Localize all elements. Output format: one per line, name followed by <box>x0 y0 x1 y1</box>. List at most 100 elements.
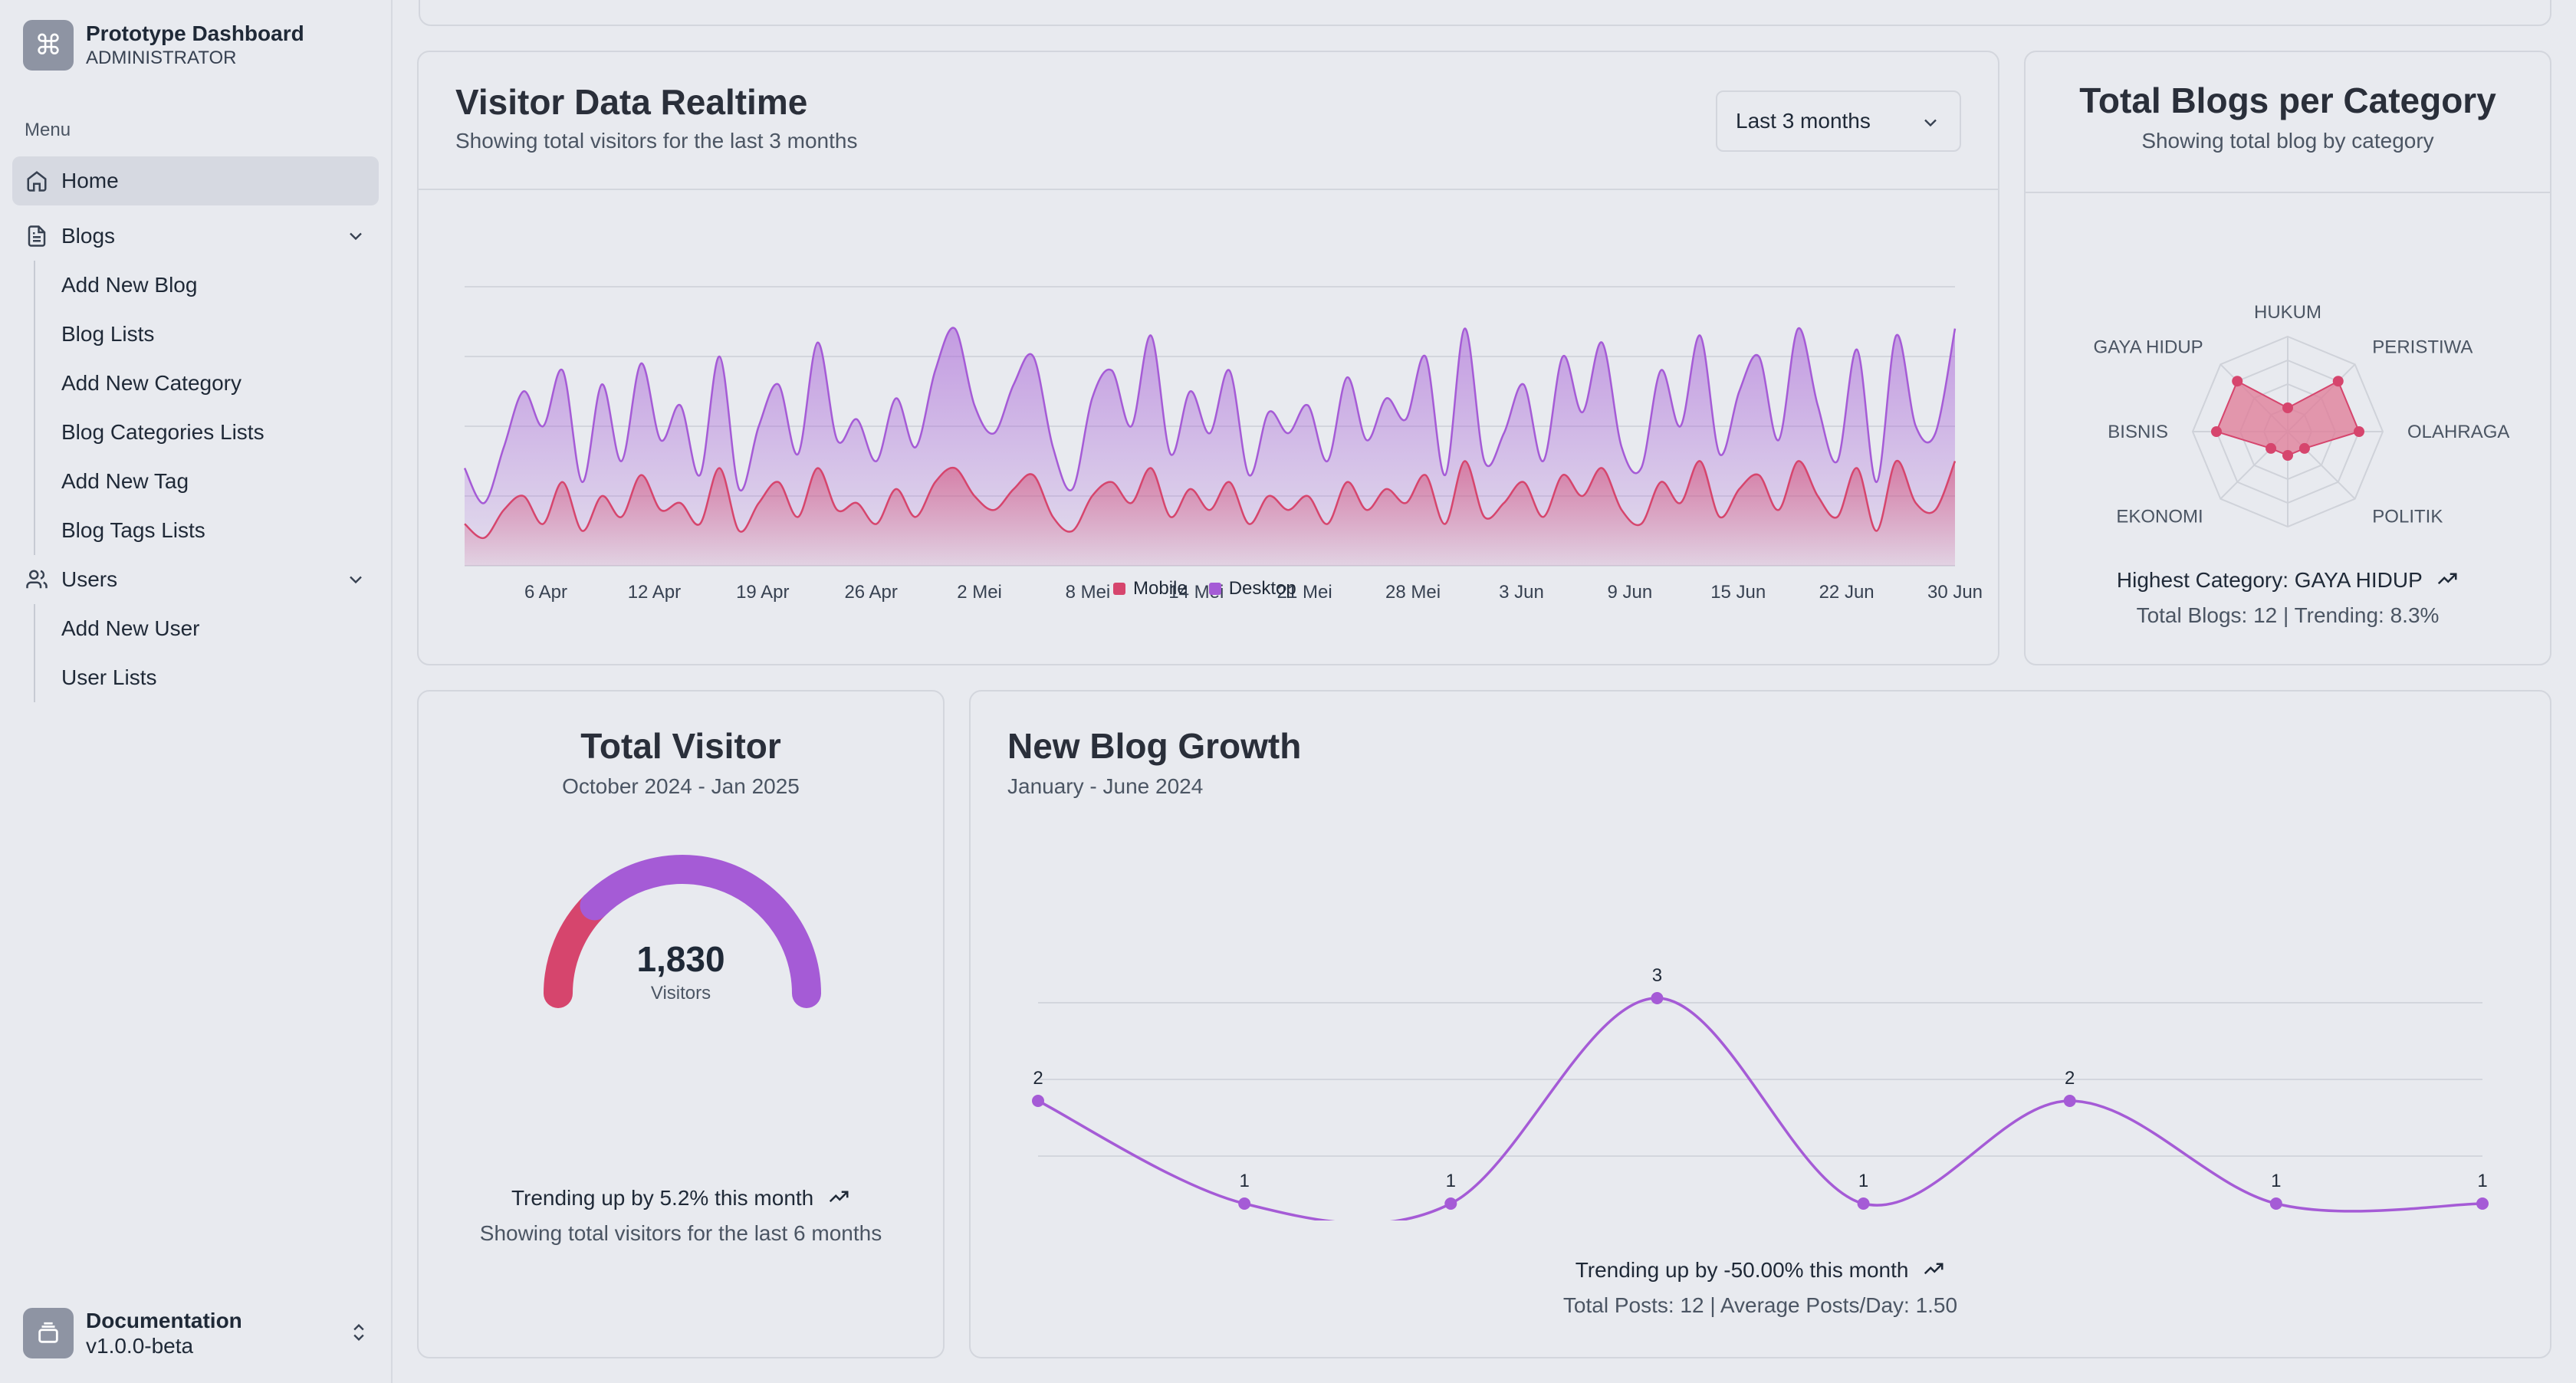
data-label: 2 <box>2065 1068 2075 1089</box>
radar-chart: HUKUM PERISTIWA OLAHRAGA POLITIK PEMERINTAHA… <box>2094 302 2510 543</box>
total-visitor-trend-text: Trending up by 5.2% this month <box>511 1185 814 1210</box>
menu-label: Menu <box>25 120 71 140</box>
growth-point <box>2269 1197 2282 1210</box>
radar-point <box>2282 402 2293 413</box>
sidebar-item-blog-tags-lists[interactable]: Blog Tags Lists <box>61 506 379 555</box>
layers-icon <box>23 1308 74 1358</box>
x-tick-label: 3 Jun <box>1499 582 1544 603</box>
range-select[interactable]: Last 3 months <box>1716 90 1961 152</box>
sidebar-item-add-new-blog[interactable]: Add New Blog <box>61 261 379 310</box>
sidebar-item-blogs[interactable]: Blogs <box>12 212 379 261</box>
trending-up-icon <box>827 1185 850 1214</box>
visitor-legend: Mobile Desktop <box>1113 578 1318 600</box>
sidebar-item-blog-lists[interactable]: Blog Lists <box>61 310 379 359</box>
visitor-title: Visitor Data Realtime <box>455 82 808 122</box>
radar-category-label: EKONOMI <box>2116 506 2203 527</box>
chevron-down-icon <box>345 225 366 252</box>
docs-title: Documentation <box>86 1309 242 1332</box>
range-select-value: Last 3 months <box>1736 109 1871 133</box>
growth-trend-text: Trending up by -50.00% this month <box>1575 1257 1909 1282</box>
brand-title: Prototype Dashboard <box>86 21 304 45</box>
sidebar-item-users[interactable]: Users <box>12 555 379 604</box>
chevron-down-icon <box>345 569 366 596</box>
chevrons-up-down-icon <box>348 1322 370 1347</box>
radar-point <box>2354 426 2364 437</box>
data-label: 1 <box>1858 1171 1868 1191</box>
radar-category-label: PERISTIWA <box>2372 337 2472 358</box>
home-icon <box>25 169 49 193</box>
x-tick-label: 28 Mei <box>1385 582 1441 603</box>
radar-highest-text: Highest Category: GAYA HIDUP <box>2116 567 2423 592</box>
blogs-subnav: Add New Blog Blog Lists Add New Category… <box>34 261 379 555</box>
sidebar-item-label: Home <box>61 169 119 192</box>
growth-point <box>1857 1197 1870 1210</box>
sidebar-item-label: Blogs <box>61 224 116 248</box>
total-visitor-trend: Trending up by 5.2% this month <box>419 1185 943 1214</box>
radar-point <box>2211 426 2222 437</box>
chevron-down-icon <box>1920 112 1941 139</box>
radar-category-label: POLITIK <box>2372 506 2443 527</box>
total-visitor-note: Showing total visitors for the last 6 mo… <box>479 1221 882 1245</box>
brand-subtitle: ADMINISTRATOR <box>86 48 237 68</box>
legend-item-desktop[interactable]: Desktop <box>1208 578 1296 600</box>
sidebar-item-blog-categories-lists[interactable]: Blog Categories Lists <box>61 408 379 457</box>
growth-title: New Blog Growth <box>1007 726 1302 766</box>
trending-up-icon <box>1922 1257 1945 1286</box>
sidebar-item-user-lists[interactable]: User Lists <box>61 653 379 702</box>
gauge-unit: Visitors <box>650 983 711 1004</box>
brand[interactable]: ⌘ Prototype Dashboard ADMINISTRATOR <box>23 20 304 71</box>
radar-category-label: GAYA HIDUP <box>2094 337 2203 358</box>
visitor-description: Showing total visitors for the last 3 mo… <box>455 129 858 153</box>
x-tick-label: 15 Jun <box>1710 582 1766 603</box>
gauge-value: 1,830 <box>636 939 725 979</box>
radar-description: Showing total blog by category <box>2141 129 2434 153</box>
radar-category-label: BISNIS <box>2108 422 2168 442</box>
total-visitor-title: Total Visitor <box>580 726 781 766</box>
radar-category-label: PEMERINTAHAN <box>2216 541 2361 543</box>
command-icon: ⌘ <box>23 20 74 71</box>
x-tick-label: 8 Mei <box>1066 582 1111 603</box>
growth-trend: Trending up by -50.00% this month <box>971 1257 2550 1286</box>
x-tick-label: 26 Apr <box>844 582 897 603</box>
legend-item-mobile[interactable]: Mobile <box>1113 578 1188 600</box>
sidebar-item-add-new-user[interactable]: Add New User <box>61 604 379 653</box>
data-label: 1 <box>1239 1171 1249 1191</box>
growth-point <box>1238 1197 1251 1210</box>
growth-point <box>1651 992 1664 1004</box>
radar-chart-card: Total Blogs per Category Showing total b… <box>2024 51 2551 665</box>
sidebar-nav: Home Blogs Add New Blog Blog Lists Add N… <box>12 156 379 702</box>
radar-point <box>2298 442 2310 454</box>
header-divider <box>419 189 1998 190</box>
users-icon <box>25 567 49 592</box>
documentation-switcher[interactable]: Documentation v1.0.0-beta <box>23 1308 370 1358</box>
growth-line <box>1037 997 2483 1220</box>
data-label: 3 <box>1652 965 1662 986</box>
desktop-swatch <box>1208 583 1221 595</box>
growth-summary: Total Posts: 12 | Average Posts/Day: 1.5… <box>1562 1293 1958 1317</box>
data-label: 2 <box>1033 1068 1043 1089</box>
total-visitor-period: October 2024 - Jan 2025 <box>562 774 800 798</box>
sidebar-item-label: Users <box>61 567 118 591</box>
users-subnav: Add New User User Lists <box>34 604 379 702</box>
sidebar: ⌘ Prototype Dashboard ADMINISTRATOR Menu… <box>0 0 393 1383</box>
x-tick-label: 19 Apr <box>736 582 789 603</box>
trending-up-icon <box>2436 567 2459 596</box>
data-label: 1 <box>2271 1171 2281 1191</box>
growth-period: January - June 2024 <box>1007 774 1204 798</box>
growth-point <box>2476 1197 2489 1210</box>
radar-category-label: HUKUM <box>2254 302 2321 323</box>
total-visitor-card: Total Visitor October 2024 - Jan 2025 1,… <box>417 690 945 1358</box>
visitor-area-chart: 6 Apr 12 Apr 19 Apr 26 Apr 2 Mei 8 Mei 14 Mei 2… <box>463 286 1983 603</box>
visitor-chart-card: Visitor Data Realtime Showing total visi… <box>417 51 1999 665</box>
radar-title: Total Blogs per Category <box>2079 80 2496 120</box>
blog-growth-card: New Blog Growth January - June 2024 22 J… <box>969 690 2551 1358</box>
sidebar-item-add-new-tag[interactable]: Add New Tag <box>61 457 379 506</box>
sidebar-item-add-new-category[interactable]: Add New Category <box>61 359 379 408</box>
growth-point <box>2063 1095 2076 1107</box>
sidebar-item-home[interactable]: Home <box>12 156 379 205</box>
legend-label-mobile: Mobile <box>1133 578 1188 599</box>
file-text-icon <box>25 224 49 248</box>
growth-point <box>1444 1197 1457 1210</box>
x-tick-label: 22 Jun <box>1819 582 1875 603</box>
data-label: 1 <box>2477 1171 2487 1191</box>
